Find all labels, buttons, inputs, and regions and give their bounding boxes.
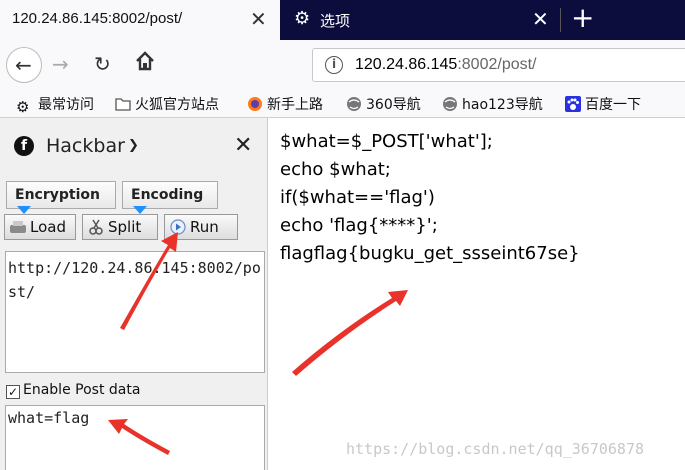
enable-post-checkbox[interactable]: ✓ Enable Post data — [6, 382, 140, 399]
bookmarks-toolbar: ⚙ 最常访问 火狐官方站点 新手上路 360导航 hao123导航 百度一下 — [0, 90, 685, 118]
firefox-icon — [248, 97, 262, 111]
split-button[interactable]: Split — [82, 214, 158, 240]
reload-button[interactable]: ↻ — [94, 50, 111, 78]
hackbar-title: Hackbar — [46, 135, 125, 157]
bookmark-most-visited[interactable]: ⚙ 最常访问 — [16, 94, 94, 116]
url-bar[interactable]: i 120.24.86.145:8002/post/ — [312, 48, 685, 82]
info-icon[interactable]: i — [325, 56, 343, 74]
baidu-paw-icon — [565, 96, 581, 112]
tab-title: 选项 — [320, 12, 351, 30]
globe-icon — [443, 97, 457, 111]
bookmark-hao123[interactable]: hao123导航 — [442, 94, 543, 114]
scissors-icon — [89, 219, 103, 235]
encryption-dropdown[interactable]: Encryption — [6, 181, 116, 214]
gear-icon: ⚙ — [294, 8, 311, 29]
tab-divider — [560, 8, 561, 32]
watermark: https://blog.csdn.net/qq_36706878 — [346, 440, 645, 458]
tab-post[interactable]: 120.24.86.145:8002/post/ ✕ — [0, 0, 280, 40]
navigation-bar: ← → ↻ i 120.24.86.145:8002/post/ — [0, 40, 685, 90]
post-data-textarea[interactable]: what=flag — [5, 405, 265, 470]
url-textarea[interactable]: http://120.24.86.145:8002/post/ — [5, 251, 265, 373]
bookmark-baidu[interactable]: 百度一下 — [565, 94, 641, 114]
play-icon — [170, 219, 186, 235]
load-button[interactable]: Load — [4, 214, 76, 240]
close-icon[interactable]: ✕ — [234, 133, 252, 158]
code-line: echo $what; — [280, 159, 391, 180]
home-button[interactable] — [134, 50, 156, 79]
chevron-down-icon[interactable]: ❯ — [128, 138, 139, 153]
arrow-right-icon: → — [52, 52, 69, 76]
arrow-left-icon: ← — [15, 53, 32, 77]
back-button[interactable]: ← — [6, 47, 42, 83]
close-icon[interactable]: ✕ — [532, 9, 549, 29]
tab-strip: 120.24.86.145:8002/post/ ✕ ⚙ 选项 ✕ + — [0, 0, 685, 40]
home-icon — [136, 51, 154, 71]
folder-icon — [115, 98, 131, 111]
bookmark-360[interactable]: 360导航 — [346, 94, 421, 114]
dropdown-arrow-icon — [133, 206, 147, 214]
globe-icon — [347, 97, 361, 111]
flag-output: flagflag{bugku_get_ssseint67se} — [280, 243, 580, 264]
arrow-to-flag-icon — [292, 290, 408, 376]
tab-options[interactable]: ⚙ 选项 ✕ — [282, 0, 560, 40]
tab-title: 120.24.86.145:8002/post/ — [12, 10, 183, 27]
encoding-dropdown[interactable]: Encoding — [122, 181, 218, 214]
dropdown-arrow-icon — [17, 206, 31, 214]
hackbar-logo-icon: f — [14, 136, 34, 156]
checkmark-icon: ✓ — [6, 385, 20, 399]
reload-icon: ↻ — [94, 52, 111, 76]
gear-icon: ⚙ — [16, 98, 30, 116]
bookmark-getting-started[interactable]: 新手上路 — [247, 94, 323, 114]
new-tab-button[interactable]: + — [571, 4, 594, 32]
code-line: if($what=='flag') — [280, 187, 435, 208]
load-icon — [10, 221, 26, 233]
code-line: $what=$_POST['what']; — [280, 131, 493, 152]
run-button[interactable]: Run — [164, 214, 238, 240]
forward-button[interactable]: → — [52, 50, 69, 78]
page-content: $what=$_POST['what']; echo $what; if($wh… — [280, 128, 580, 268]
url-text: 120.24.86.145:8002/post/ — [355, 56, 537, 73]
hackbar-panel: f Hackbar ❯ ✕ Encryption Encoding Load S… — [0, 118, 268, 470]
bookmark-firefox-official[interactable]: 火狐官方站点 — [115, 94, 219, 114]
hackbar-header: f Hackbar ❯ ✕ — [0, 118, 268, 174]
close-icon[interactable]: ✕ — [250, 9, 267, 29]
code-line: echo 'flag{****}'; — [280, 215, 438, 236]
